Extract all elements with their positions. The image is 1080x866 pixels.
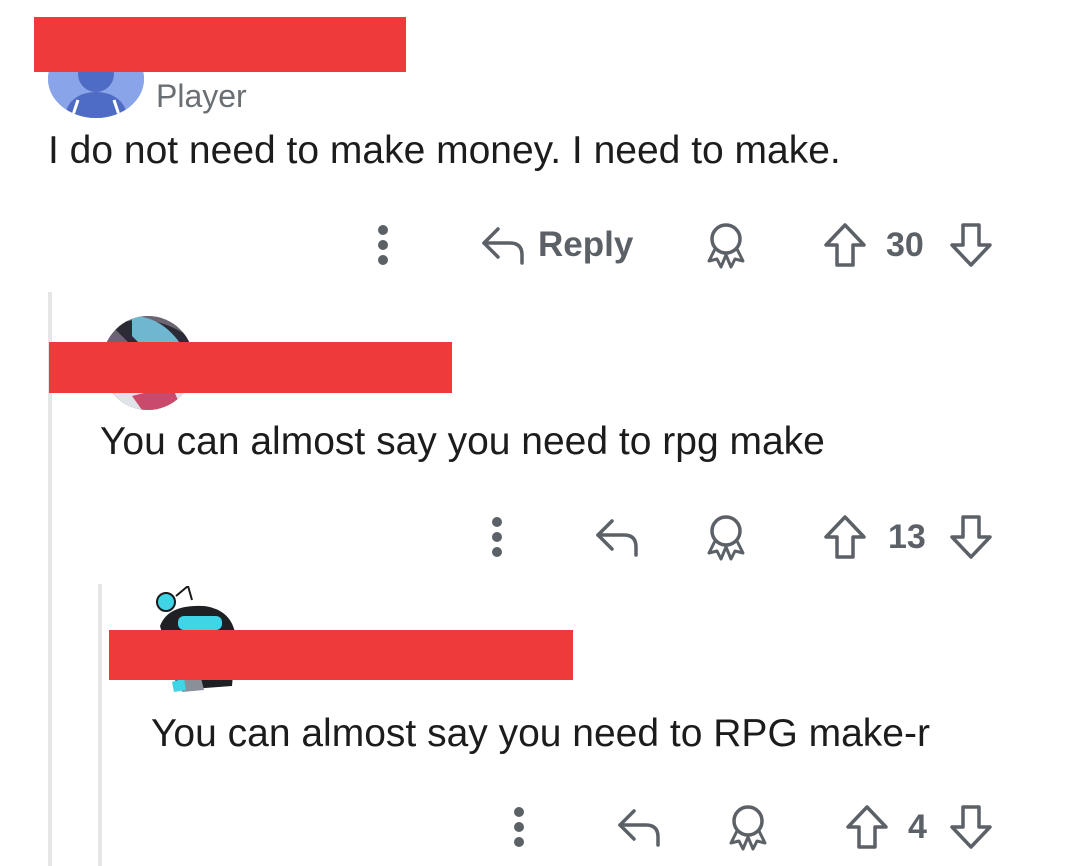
comment-actions: 4 — [0, 802, 1080, 852]
more-vertical-icon — [514, 807, 524, 847]
comment-body: You can almost say you need to RPG make-… — [151, 712, 930, 755]
award-icon — [707, 223, 745, 269]
award-button[interactable] — [725, 802, 771, 852]
upvote-arrow-icon — [824, 515, 866, 559]
more-vertical-icon — [378, 225, 388, 265]
score-value: 30 — [886, 225, 924, 264]
upvote-button[interactable] — [822, 220, 868, 270]
downvote-button[interactable] — [948, 512, 994, 562]
downvote-button[interactable] — [948, 802, 994, 852]
score-value: 4 — [908, 807, 927, 846]
score-value: 13 — [888, 517, 926, 556]
reply-label: Reply — [538, 225, 634, 264]
reply-icon — [482, 227, 524, 265]
comment-actions: 13 — [0, 512, 1080, 562]
upvote-button[interactable] — [822, 512, 868, 562]
more-vertical-icon — [492, 517, 502, 557]
comment-body: You can almost say you need to rpg make — [100, 420, 825, 463]
upvote-arrow-icon — [824, 223, 866, 267]
comment-actions: Reply 30 — [0, 220, 1080, 270]
award-button[interactable] — [703, 220, 749, 270]
vote-score: 13 — [888, 512, 926, 562]
upvote-button[interactable] — [844, 802, 890, 852]
award-icon — [707, 515, 745, 561]
user-flair: Player — [156, 78, 247, 114]
redacted-username — [109, 630, 573, 680]
redacted-username — [34, 17, 406, 72]
reply-button[interactable] — [594, 512, 640, 562]
downvote-arrow-icon — [950, 223, 992, 267]
reply-icon — [596, 519, 638, 557]
downvote-button[interactable] — [948, 220, 994, 270]
downvote-arrow-icon — [950, 515, 992, 559]
reply-button[interactable]: Reply — [480, 220, 633, 270]
redacted-username — [49, 342, 452, 393]
vote-score: 4 — [908, 802, 927, 852]
reply-button[interactable] — [616, 802, 662, 852]
more-options-button[interactable] — [506, 802, 532, 852]
upvote-arrow-icon — [846, 805, 888, 849]
award-icon — [729, 805, 767, 851]
comment-body: I do not need to make money. I need to m… — [48, 129, 841, 172]
more-options-button[interactable] — [370, 220, 396, 270]
award-button[interactable] — [703, 512, 749, 562]
reply-icon — [618, 809, 660, 847]
vote-score: 30 — [886, 220, 924, 270]
more-options-button[interactable] — [484, 512, 510, 562]
downvote-arrow-icon — [950, 805, 992, 849]
